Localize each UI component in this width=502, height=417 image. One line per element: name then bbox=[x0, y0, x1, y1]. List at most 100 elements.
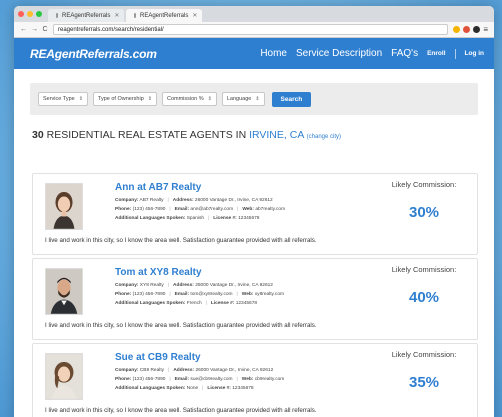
agent-meta-line-1: Company: AB7 Realty | Address: 26000 Vanta… bbox=[115, 198, 273, 203]
commission-label: Likely Commission: bbox=[391, 180, 457, 189]
agent-photo bbox=[45, 183, 83, 230]
agent-phone: (123) 456-7890 bbox=[132, 292, 166, 297]
tab-bar: REAgentReferrals ✕ REAgentReferrals ✕ bbox=[14, 6, 494, 22]
select-arrows-icon: ⇕ bbox=[255, 96, 260, 102]
agent-phone: (123) 456-7890 bbox=[132, 377, 166, 382]
select-arrows-icon: ⇕ bbox=[78, 96, 83, 102]
extension-icon[interactable] bbox=[463, 26, 471, 33]
select-label: Commission % bbox=[166, 96, 204, 102]
tab-label: REAgentReferrals bbox=[140, 12, 189, 19]
close-window-icon[interactable] bbox=[18, 11, 24, 17]
agent-company: CB9 Realty bbox=[139, 368, 165, 373]
nav-divider bbox=[454, 48, 456, 59]
extension-icon[interactable] bbox=[453, 26, 461, 33]
agent-card[interactable]: Tom at XY8 Realty Company: XY8 Realty | Ad… bbox=[32, 258, 478, 340]
commission-value: 30% bbox=[408, 204, 440, 221]
site-logo[interactable]: REAgentReferrals.com bbox=[30, 47, 157, 61]
commission-label: Likely Commission: bbox=[391, 265, 457, 274]
agent-photo bbox=[45, 353, 83, 400]
agent-meta-line-2: Phone: (123) 456-7890 | Email: tom@xy8real… bbox=[115, 292, 284, 297]
url-input[interactable]: reagentreferrals.com/search/residential/ bbox=[53, 24, 449, 35]
agent-address: 26000 Vantage Dr., Irvine, CA 92612 bbox=[195, 368, 274, 373]
nav-enroll[interactable]: Enroll bbox=[427, 50, 445, 57]
service-type-select[interactable]: Service Type ⇕ bbox=[38, 92, 88, 106]
agent-company: AB7 Realty bbox=[139, 198, 164, 203]
site-header: REAgentReferrals.com Home Service Descri… bbox=[14, 38, 494, 69]
maximize-window-icon[interactable] bbox=[36, 11, 42, 17]
nav-home[interactable]: Home bbox=[260, 48, 287, 59]
select-arrows-icon: ⇕ bbox=[207, 96, 212, 102]
minimize-window-icon[interactable] bbox=[27, 11, 33, 17]
tab-label: REAgentReferrals bbox=[62, 12, 111, 19]
extension-icon[interactable] bbox=[473, 26, 481, 33]
agent-meta-line-3: Additional Languages Spoken: None | Licens… bbox=[115, 386, 254, 391]
results-label: RESIDENTIAL REAL ESTATE AGENTS IN bbox=[46, 129, 247, 141]
agent-license: 12345678 bbox=[235, 301, 258, 306]
agent-name[interactable]: Sue at CB9 Realty bbox=[115, 352, 201, 363]
agent-description: I live and work in this city, so I know … bbox=[45, 407, 317, 414]
filter-bar: Service Type ⇕ Type of Ownership ⇕ Commi… bbox=[30, 83, 478, 115]
close-tab-icon[interactable]: ✕ bbox=[114, 12, 119, 19]
select-label: Language bbox=[226, 96, 252, 102]
agent-web[interactable]: xy8realty.com bbox=[255, 292, 284, 297]
agent-web[interactable]: ab7realty.com bbox=[255, 207, 285, 212]
nav-login[interactable]: Log in bbox=[465, 50, 485, 57]
window-controls bbox=[18, 6, 42, 22]
main-nav: Home Service Description FAQ's Enroll Lo… bbox=[260, 48, 484, 59]
nav-faq[interactable]: FAQ's bbox=[391, 48, 418, 59]
agent-languages: French bbox=[186, 301, 202, 306]
agent-card[interactable]: Ann at AB7 Realty Company: AB7 Realty | Ad… bbox=[32, 173, 478, 255]
agent-address: 26000 Vantage Dr., Irvine, CA 92612 bbox=[194, 198, 273, 203]
ownership-select[interactable]: Type of Ownership ⇕ bbox=[92, 92, 157, 106]
agent-languages: None bbox=[186, 386, 199, 391]
agent-email[interactable]: tom@xy8realty.com bbox=[190, 292, 232, 297]
url-text: reagentreferrals.com/search/residential/ bbox=[58, 26, 164, 33]
browser-window: REAgentReferrals ✕ REAgentReferrals ✕ ← … bbox=[14, 6, 494, 417]
results-count: 30 bbox=[32, 129, 44, 141]
agent-description: I live and work in this city, so I know … bbox=[45, 322, 317, 329]
commission-select[interactable]: Commission % ⇕ bbox=[161, 92, 217, 106]
agent-license: 12345678 bbox=[232, 386, 254, 391]
agent-card[interactable]: Sue at CB9 Realty Company: CB9 Realty | Ad… bbox=[32, 343, 478, 417]
agent-company: XY8 Realty bbox=[139, 283, 164, 288]
select-arrows-icon: ⇕ bbox=[147, 96, 152, 102]
results-heading: 30 RESIDENTIAL REAL ESTATE AGENTS IN IRV… bbox=[32, 129, 494, 141]
agent-meta-line-1: Company: XY8 Realty | Address: 25000 Vanta… bbox=[115, 283, 273, 288]
agent-email[interactable]: ann@ab7realty.com bbox=[190, 207, 233, 212]
browser-tab-1[interactable]: REAgentReferrals ✕ bbox=[48, 9, 124, 22]
agent-phone: (123) 456-7890 bbox=[132, 207, 166, 212]
commission-label: Likely Commission: bbox=[391, 350, 457, 359]
agent-description: I live and work in this city, so I know … bbox=[45, 237, 317, 244]
agent-meta-line-1: Company: CB9 Realty | Address: 26000 Vanta… bbox=[115, 368, 274, 373]
select-label: Type of Ownership bbox=[97, 96, 144, 102]
agent-meta-line-3: Additional Languages Spoken: Spanish | Lic… bbox=[115, 216, 260, 221]
forward-icon[interactable]: → bbox=[31, 26, 38, 33]
agent-photo bbox=[45, 268, 83, 315]
nav-service-description[interactable]: Service Description bbox=[296, 48, 382, 59]
agent-meta-line-2: Phone: (123) 456-7890 | Email: sue@cb9real… bbox=[115, 377, 285, 382]
agent-meta-line-3: Additional Languages Spoken: French | Lice… bbox=[115, 301, 258, 306]
agent-license: 12345678 bbox=[238, 216, 260, 221]
address-bar: ← → C reagentreferrals.com/search/reside… bbox=[14, 22, 494, 38]
results-city: IRVINE, CA bbox=[249, 129, 304, 141]
agent-meta-line-2: Phone: (123) 456-7890 | Email: ann@ab7real… bbox=[115, 207, 286, 212]
back-icon[interactable]: ← bbox=[20, 26, 27, 33]
agent-name[interactable]: Ann at AB7 Realty bbox=[115, 182, 201, 193]
browser-tab-2[interactable]: REAgentReferrals ✕ bbox=[126, 9, 202, 22]
menu-icon[interactable]: ≡ bbox=[483, 25, 488, 34]
extensions: ≡ bbox=[453, 25, 488, 34]
select-label: Service Type bbox=[43, 96, 75, 102]
commission-value: 40% bbox=[408, 289, 440, 306]
reload-icon[interactable]: C bbox=[42, 26, 48, 33]
agent-name[interactable]: Tom at XY8 Realty bbox=[115, 267, 202, 278]
favicon-icon bbox=[56, 13, 58, 18]
change-city-link[interactable]: (change city) bbox=[307, 134, 341, 140]
search-button[interactable]: Search bbox=[271, 91, 312, 107]
close-tab-icon[interactable]: ✕ bbox=[192, 12, 197, 19]
agent-languages: Spanish bbox=[186, 216, 205, 221]
language-select[interactable]: Language ⇕ bbox=[221, 92, 265, 106]
favicon-icon bbox=[134, 13, 136, 18]
agent-web[interactable]: cb9realty.com bbox=[255, 377, 285, 382]
agent-email[interactable]: sue@cb9realty.com bbox=[190, 377, 232, 382]
agent-address: 25000 Vantage Dr., Irvine, CA 92612 bbox=[195, 283, 273, 288]
